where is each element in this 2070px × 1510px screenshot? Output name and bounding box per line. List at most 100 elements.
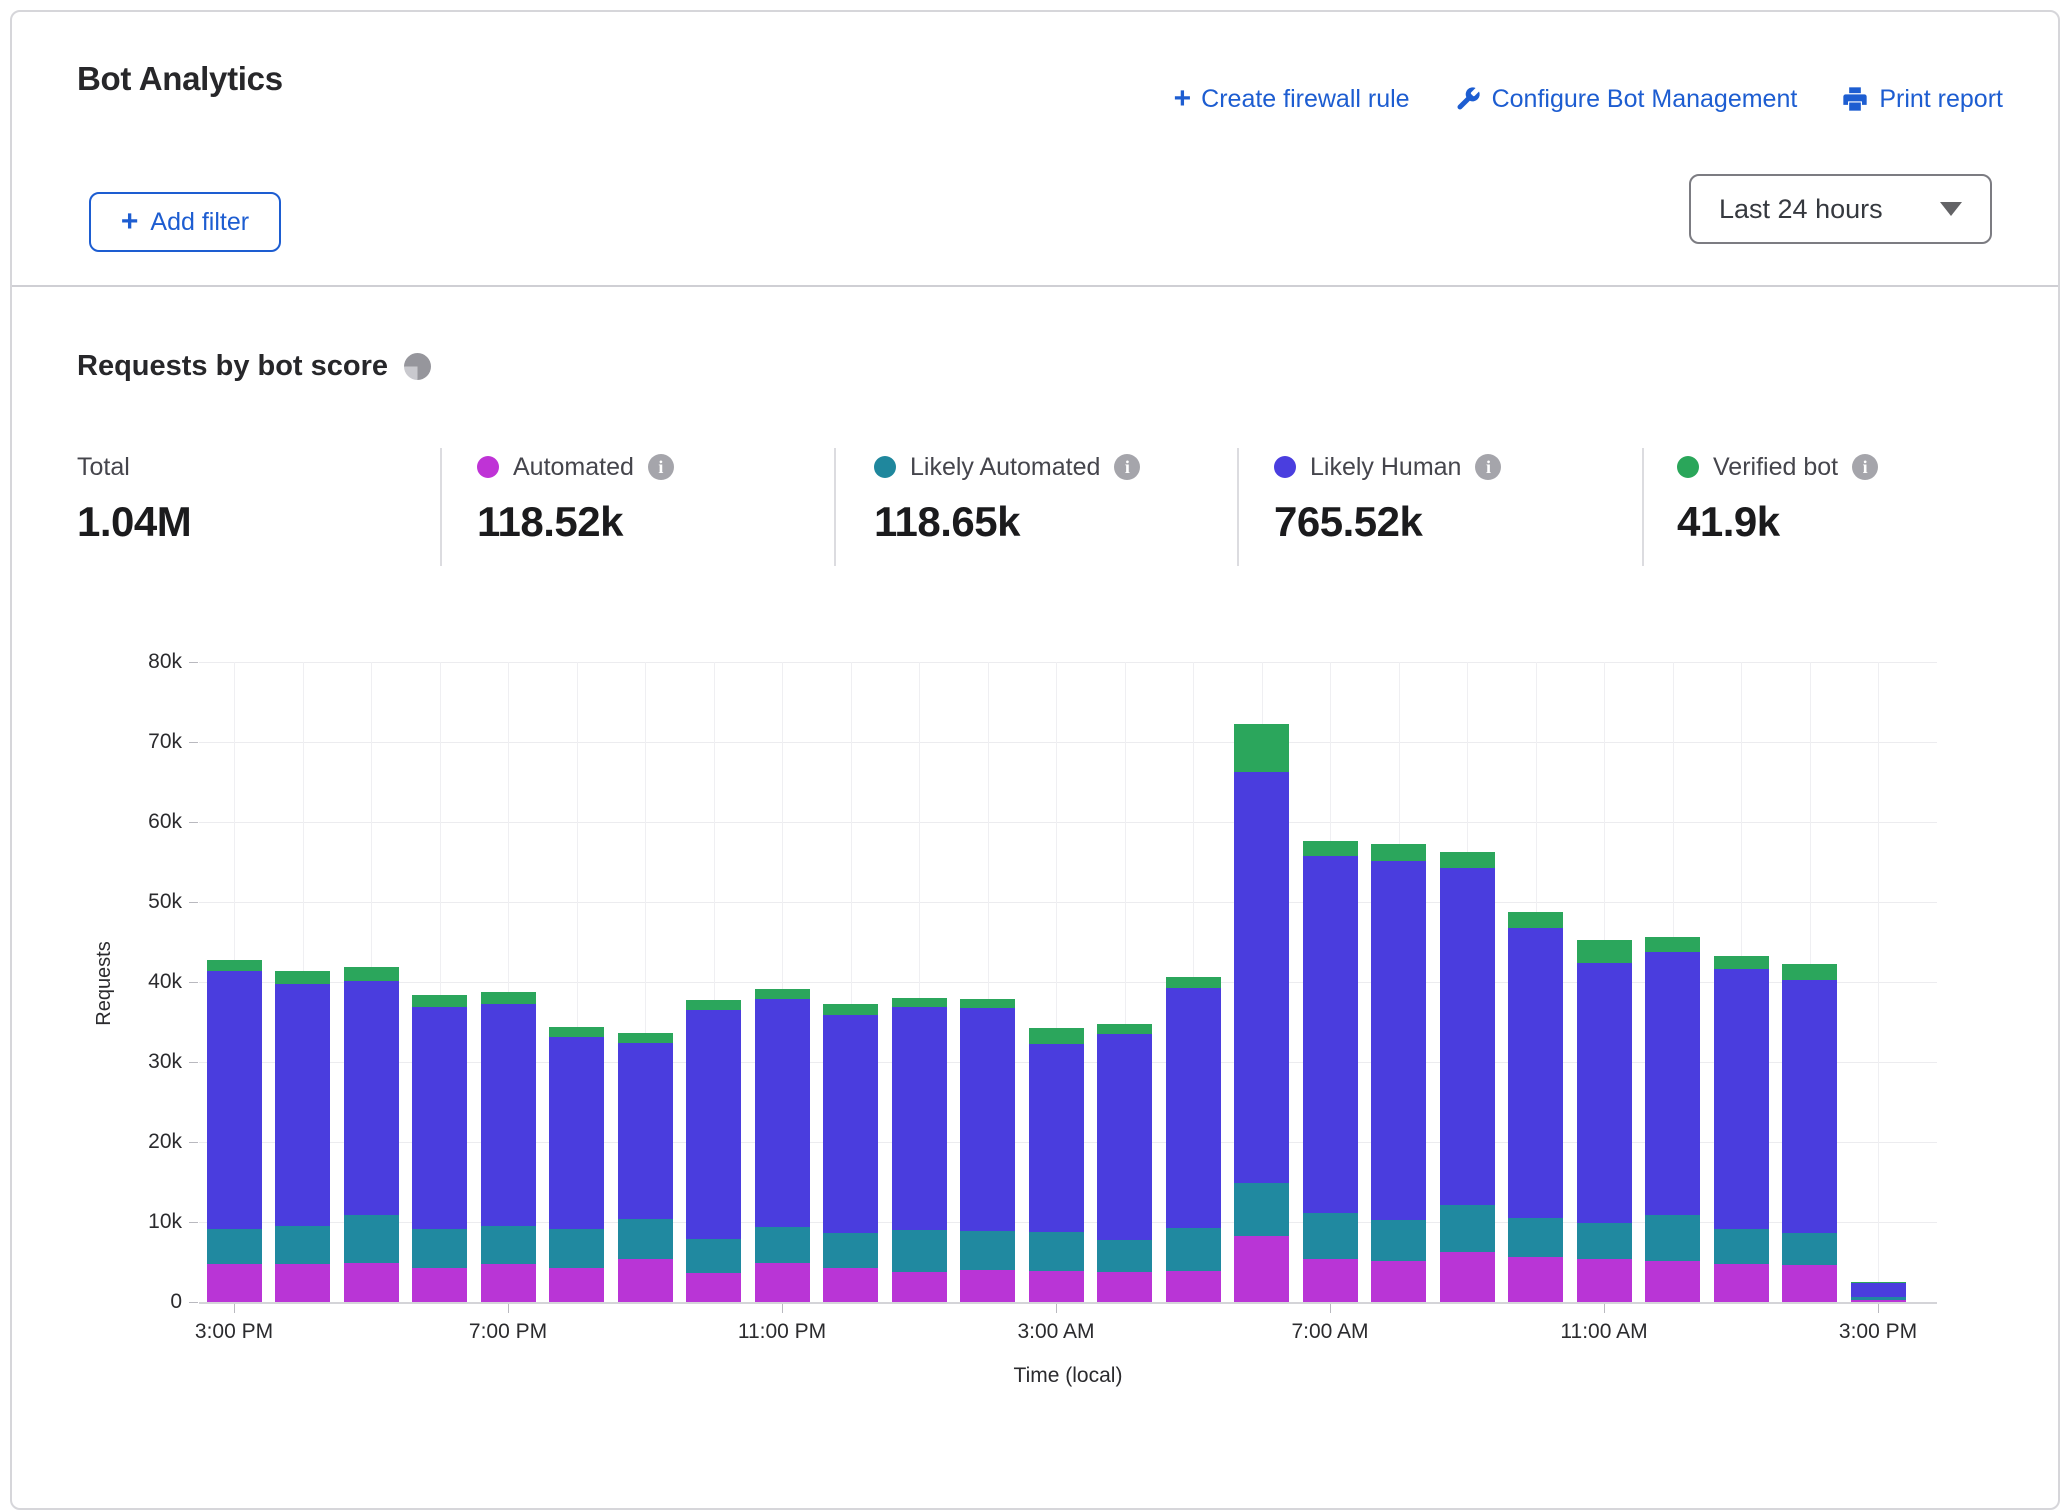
y-tick-mark xyxy=(189,822,198,823)
bar-segment-verified-bot xyxy=(618,1033,673,1043)
header-divider xyxy=(12,285,2058,287)
stacked-bar-hour-0[interactable] xyxy=(207,960,262,1302)
bar-segment-automated xyxy=(1577,1259,1632,1302)
x-tick-label: 7:00 AM xyxy=(1291,1320,1368,1344)
bar-segment-likely-human xyxy=(207,971,262,1229)
stacked-bar-hour-22[interactable] xyxy=(1714,956,1769,1302)
bar-segment-automated xyxy=(1508,1257,1563,1302)
horizontal-gridline xyxy=(199,742,1937,743)
bar-segment-likely-human xyxy=(1851,1283,1906,1297)
likely-automated-legend-dot xyxy=(874,456,896,478)
stacked-bar-hour-3[interactable] xyxy=(412,995,467,1302)
info-icon[interactable]: i xyxy=(1475,454,1501,480)
bar-segment-likely-human xyxy=(1645,952,1700,1215)
x-tick-label: 3:00 PM xyxy=(195,1320,273,1344)
stacked-bar-hour-18[interactable] xyxy=(1440,852,1495,1302)
y-tick-label: 30k xyxy=(112,1050,182,1074)
stacked-bar-hour-20[interactable] xyxy=(1577,940,1632,1302)
stacked-bar-hour-19[interactable] xyxy=(1508,912,1563,1302)
stat-verified-bot-label: Verified bot xyxy=(1713,453,1838,482)
x-axis-title: Time (local) xyxy=(1014,1364,1123,1388)
time-range-dropdown[interactable]: Last 24 hours xyxy=(1689,174,1992,244)
add-filter-button[interactable]: + Add filter xyxy=(89,192,281,252)
y-tick-mark xyxy=(189,1302,198,1303)
stats-row: Total 1.04M Automated i 118.52k Likely A… xyxy=(12,450,2058,580)
stacked-bar-hour-16[interactable] xyxy=(1303,841,1358,1302)
bar-segment-verified-bot xyxy=(1782,964,1837,980)
bar-segment-automated xyxy=(549,1268,604,1302)
bar-segment-verified-bot xyxy=(755,989,810,999)
bar-segment-automated xyxy=(1782,1265,1837,1302)
bar-segment-automated xyxy=(755,1263,810,1302)
bar-segment-likely-human xyxy=(1234,772,1289,1183)
bar-segment-likely-automated xyxy=(618,1219,673,1259)
plus-icon: + xyxy=(121,207,139,237)
stacked-bar-hour-17[interactable] xyxy=(1371,844,1426,1302)
stacked-bar-hour-6[interactable] xyxy=(618,1033,673,1302)
bar-segment-automated xyxy=(1645,1261,1700,1302)
x-tick-mark xyxy=(1878,1304,1879,1313)
stacked-bar-hour-24[interactable] xyxy=(1851,1282,1906,1302)
stacked-bar-hour-7[interactable] xyxy=(686,1000,741,1302)
stacked-bar-hour-9[interactable] xyxy=(823,1004,878,1302)
bar-segment-likely-automated xyxy=(823,1233,878,1268)
stat-total-label: Total xyxy=(77,453,130,482)
stacked-bar-hour-5[interactable] xyxy=(549,1027,604,1302)
stacked-bar-hour-21[interactable] xyxy=(1645,937,1700,1302)
info-icon[interactable]: i xyxy=(648,454,674,480)
bar-segment-verified-bot xyxy=(1166,977,1221,987)
stacked-bar-hour-15[interactable] xyxy=(1234,724,1289,1302)
bar-segment-automated xyxy=(1166,1271,1221,1302)
bar-segment-automated xyxy=(1303,1259,1358,1302)
bar-segment-verified-bot xyxy=(823,1004,878,1014)
x-tick-mark xyxy=(508,1304,509,1313)
stacked-bar-hour-12[interactable] xyxy=(1029,1028,1084,1302)
bar-segment-likely-human xyxy=(1166,988,1221,1229)
print-report-link[interactable]: Print report xyxy=(1841,85,2003,114)
stacked-bar-hour-2[interactable] xyxy=(344,967,399,1302)
stat-automated: Automated i 118.52k xyxy=(477,450,674,546)
stacked-bar-hour-13[interactable] xyxy=(1097,1024,1152,1302)
bar-segment-verified-bot xyxy=(1645,937,1700,951)
bar-segment-likely-human xyxy=(1508,928,1563,1218)
stacked-bar-hour-14[interactable] xyxy=(1166,977,1221,1302)
info-icon[interactable]: i xyxy=(1114,454,1140,480)
x-tick-mark xyxy=(1604,1304,1605,1313)
bar-segment-verified-bot xyxy=(1303,841,1358,855)
stacked-bar-hour-1[interactable] xyxy=(275,971,330,1302)
bar-segment-verified-bot xyxy=(1508,912,1563,929)
configure-bot-management-link[interactable]: Configure Bot Management xyxy=(1454,85,1798,114)
bar-segment-automated xyxy=(1714,1264,1769,1302)
create-firewall-rule-link[interactable]: + Create firewall rule xyxy=(1174,84,1410,114)
x-tick-mark xyxy=(1056,1304,1057,1313)
stacked-bar-hour-23[interactable] xyxy=(1782,964,1837,1302)
x-tick-label: 3:00 PM xyxy=(1839,1320,1917,1344)
x-tick-label: 11:00 AM xyxy=(1560,1320,1647,1344)
bar-segment-likely-human xyxy=(1782,980,1837,1234)
bar-segment-likely-automated xyxy=(1029,1232,1084,1271)
bar-segment-likely-automated xyxy=(1714,1229,1769,1264)
bar-segment-verified-bot xyxy=(1234,724,1289,771)
stat-automated-value: 118.52k xyxy=(477,498,674,546)
section-title-row: Requests by bot score xyxy=(77,350,431,383)
verified-bot-legend-dot xyxy=(1677,456,1699,478)
bar-segment-likely-human xyxy=(892,1007,947,1230)
bar-segment-likely-automated xyxy=(1097,1240,1152,1272)
y-tick-label: 40k xyxy=(112,970,182,994)
stacked-bar-hour-4[interactable] xyxy=(481,992,536,1302)
stacked-bar-hour-10[interactable] xyxy=(892,998,947,1302)
info-icon[interactable]: i xyxy=(1852,454,1878,480)
bar-segment-automated xyxy=(1371,1261,1426,1302)
print-report-label: Print report xyxy=(1879,85,2003,114)
add-filter-label: Add filter xyxy=(150,208,249,237)
bar-segment-likely-automated xyxy=(412,1229,467,1267)
bar-segment-likely-human xyxy=(1714,969,1769,1229)
bar-segment-verified-bot xyxy=(1097,1024,1152,1034)
bar-segment-verified-bot xyxy=(1371,844,1426,861)
bar-segment-automated xyxy=(344,1263,399,1302)
stacked-bar-hour-11[interactable] xyxy=(960,999,1015,1302)
bar-segment-automated xyxy=(1234,1236,1289,1302)
bar-segment-verified-bot xyxy=(960,999,1015,1008)
stacked-bar-hour-8[interactable] xyxy=(755,989,810,1302)
configure-bot-management-label: Configure Bot Management xyxy=(1492,85,1798,114)
